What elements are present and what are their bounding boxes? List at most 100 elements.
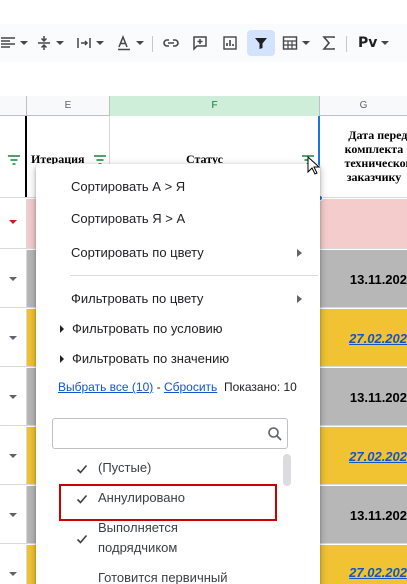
date-link[interactable]: 27.02.202	[349, 565, 407, 580]
sort-za-item[interactable]: Сортировать Я > А	[36, 204, 320, 234]
filter-icon[interactable]	[8, 152, 20, 170]
status-dropdown-cell[interactable]	[0, 199, 27, 248]
date-value: 13.11.202	[349, 508, 407, 523]
date-cell[interactable]: 27.02.202	[320, 545, 407, 584]
date-header-line-3: техническом	[344, 156, 407, 170]
select-reset-links: Выбрать все (10) - Сбросить	[58, 380, 217, 394]
filter-icon	[254, 36, 268, 50]
column-header-f[interactable]: F	[110, 96, 320, 116]
menu-item-label: Фильтровать по условию	[72, 321, 223, 336]
chevron-down-icon	[56, 41, 64, 45]
toolbar-divider	[152, 36, 153, 52]
toolbar-divider	[346, 36, 347, 52]
date-cell[interactable]: 27.02.202	[320, 309, 407, 366]
date-link[interactable]: 27.02.202	[349, 449, 407, 464]
values-search-input[interactable]	[52, 418, 288, 449]
search-icon	[267, 426, 283, 447]
expand-arrow-icon	[60, 355, 64, 363]
date-header-line-1: Дата передач	[348, 128, 407, 142]
date-cell[interactable]	[320, 199, 407, 248]
insert-comment-button[interactable]	[192, 30, 208, 56]
annotation-highlight-box	[59, 484, 277, 521]
chevron-down-icon[interactable]	[9, 572, 17, 576]
status-dropdown-cell[interactable]	[0, 309, 27, 366]
date-cell[interactable]: 13.11.202	[320, 486, 407, 543]
table-views-button[interactable]	[282, 30, 310, 56]
insert-chart-button[interactable]	[222, 30, 238, 56]
menu-item-label: Сортировать А > Я	[71, 179, 186, 194]
menu-item-label: Сортировать по цвету	[71, 245, 204, 260]
menu-item-label: Сортировать Я > А	[71, 211, 186, 226]
chevron-down-icon[interactable]	[9, 220, 17, 224]
link-icon	[162, 35, 180, 51]
chevron-down-icon	[381, 41, 390, 45]
date-header-line-4: заказчику	[346, 170, 402, 184]
header-cell-d[interactable]	[0, 116, 27, 197]
chevron-down-icon[interactable]	[9, 395, 17, 399]
chevron-down-icon[interactable]	[9, 513, 17, 517]
input-tools-label: Pv	[358, 35, 378, 51]
menu-divider	[70, 275, 318, 276]
table-views-icon	[282, 35, 298, 51]
column-header-e[interactable]: E	[27, 96, 110, 116]
date-cell[interactable]: 13.11.202	[320, 368, 407, 425]
vertical-align-icon	[36, 35, 52, 51]
chevron-down-icon[interactable]	[9, 454, 17, 458]
text-wrap-icon	[76, 35, 92, 51]
date-cell[interactable]: 13.11.202	[320, 250, 407, 307]
sort-az-item[interactable]: Сортировать А > Я	[36, 172, 320, 202]
status-dropdown-cell[interactable]	[0, 545, 27, 584]
toolbar: Pv	[0, 24, 407, 62]
vertical-align-button[interactable]	[36, 30, 64, 56]
date-link[interactable]: 27.02.202	[349, 331, 407, 346]
date-header-line-2: комплекта	[344, 142, 404, 156]
date-value: 13.11.202	[349, 272, 407, 287]
expand-arrow-icon	[60, 325, 64, 333]
column-header-d[interactable]	[0, 96, 27, 116]
shown-count: Показано: 10	[224, 380, 297, 394]
insert-chart-icon	[222, 35, 238, 51]
text-wrap-button[interactable]	[76, 30, 104, 56]
chevron-down-icon[interactable]	[9, 277, 17, 281]
insert-link-button[interactable]	[162, 30, 180, 56]
text-rotation-button[interactable]	[116, 30, 144, 56]
filter-by-color-item[interactable]: Фильтровать по цвету	[36, 284, 320, 314]
formula-bar-area	[0, 62, 407, 96]
status-dropdown-cell[interactable]	[0, 368, 27, 425]
chevron-down-icon	[20, 41, 28, 45]
header-cell-date[interactable]: Дата передач комплекта техническом заказ…	[320, 116, 407, 197]
column-header-g[interactable]: G	[320, 96, 407, 116]
chevron-down-icon	[136, 41, 144, 45]
text-rotation-icon	[116, 35, 132, 51]
insert-comment-icon	[192, 35, 208, 51]
date-cell[interactable]: 27.02.202	[320, 427, 407, 484]
chevron-right-icon	[297, 295, 302, 303]
filter-menu: Сортировать А > Я Сортировать Я > А Сорт…	[36, 164, 320, 584]
status-dropdown-cell[interactable]	[0, 427, 27, 484]
horizontal-align-button[interactable]	[0, 30, 28, 56]
check-icon	[76, 461, 88, 481]
chevron-down-icon	[302, 41, 310, 45]
functions-button[interactable]	[322, 30, 336, 56]
filter-by-values-item[interactable]: Фильтровать по значению	[36, 344, 320, 374]
select-all-link[interactable]: Выбрать все (10)	[58, 380, 153, 394]
filter-by-condition-item[interactable]: Фильтровать по условию	[36, 314, 320, 344]
input-tools-button[interactable]: Pv	[358, 30, 390, 56]
value-label: (Пустые)	[98, 460, 152, 475]
sort-by-color-item[interactable]: Сортировать по цвету	[36, 238, 320, 268]
spreadsheet-window: Pv E F G Итерация Статус Дата перед комп…	[0, 0, 407, 584]
chevron-down-icon[interactable]	[9, 336, 17, 340]
links-separator: -	[153, 380, 164, 394]
chevron-right-icon	[297, 249, 302, 257]
status-dropdown-cell[interactable]	[0, 250, 27, 307]
status-dropdown-cell[interactable]	[0, 486, 27, 543]
values-scrollbar[interactable]	[283, 454, 291, 486]
date-value: 13.11.202	[349, 390, 407, 405]
functions-icon	[322, 35, 336, 51]
value-label: Выполняется подрядчиком	[98, 520, 178, 555]
align-left-icon	[0, 35, 16, 51]
reset-link[interactable]: Сбросить	[164, 380, 217, 394]
filter-button[interactable]	[247, 30, 275, 56]
check-icon	[76, 531, 88, 551]
menu-item-label: Фильтровать по цвету	[71, 291, 204, 306]
